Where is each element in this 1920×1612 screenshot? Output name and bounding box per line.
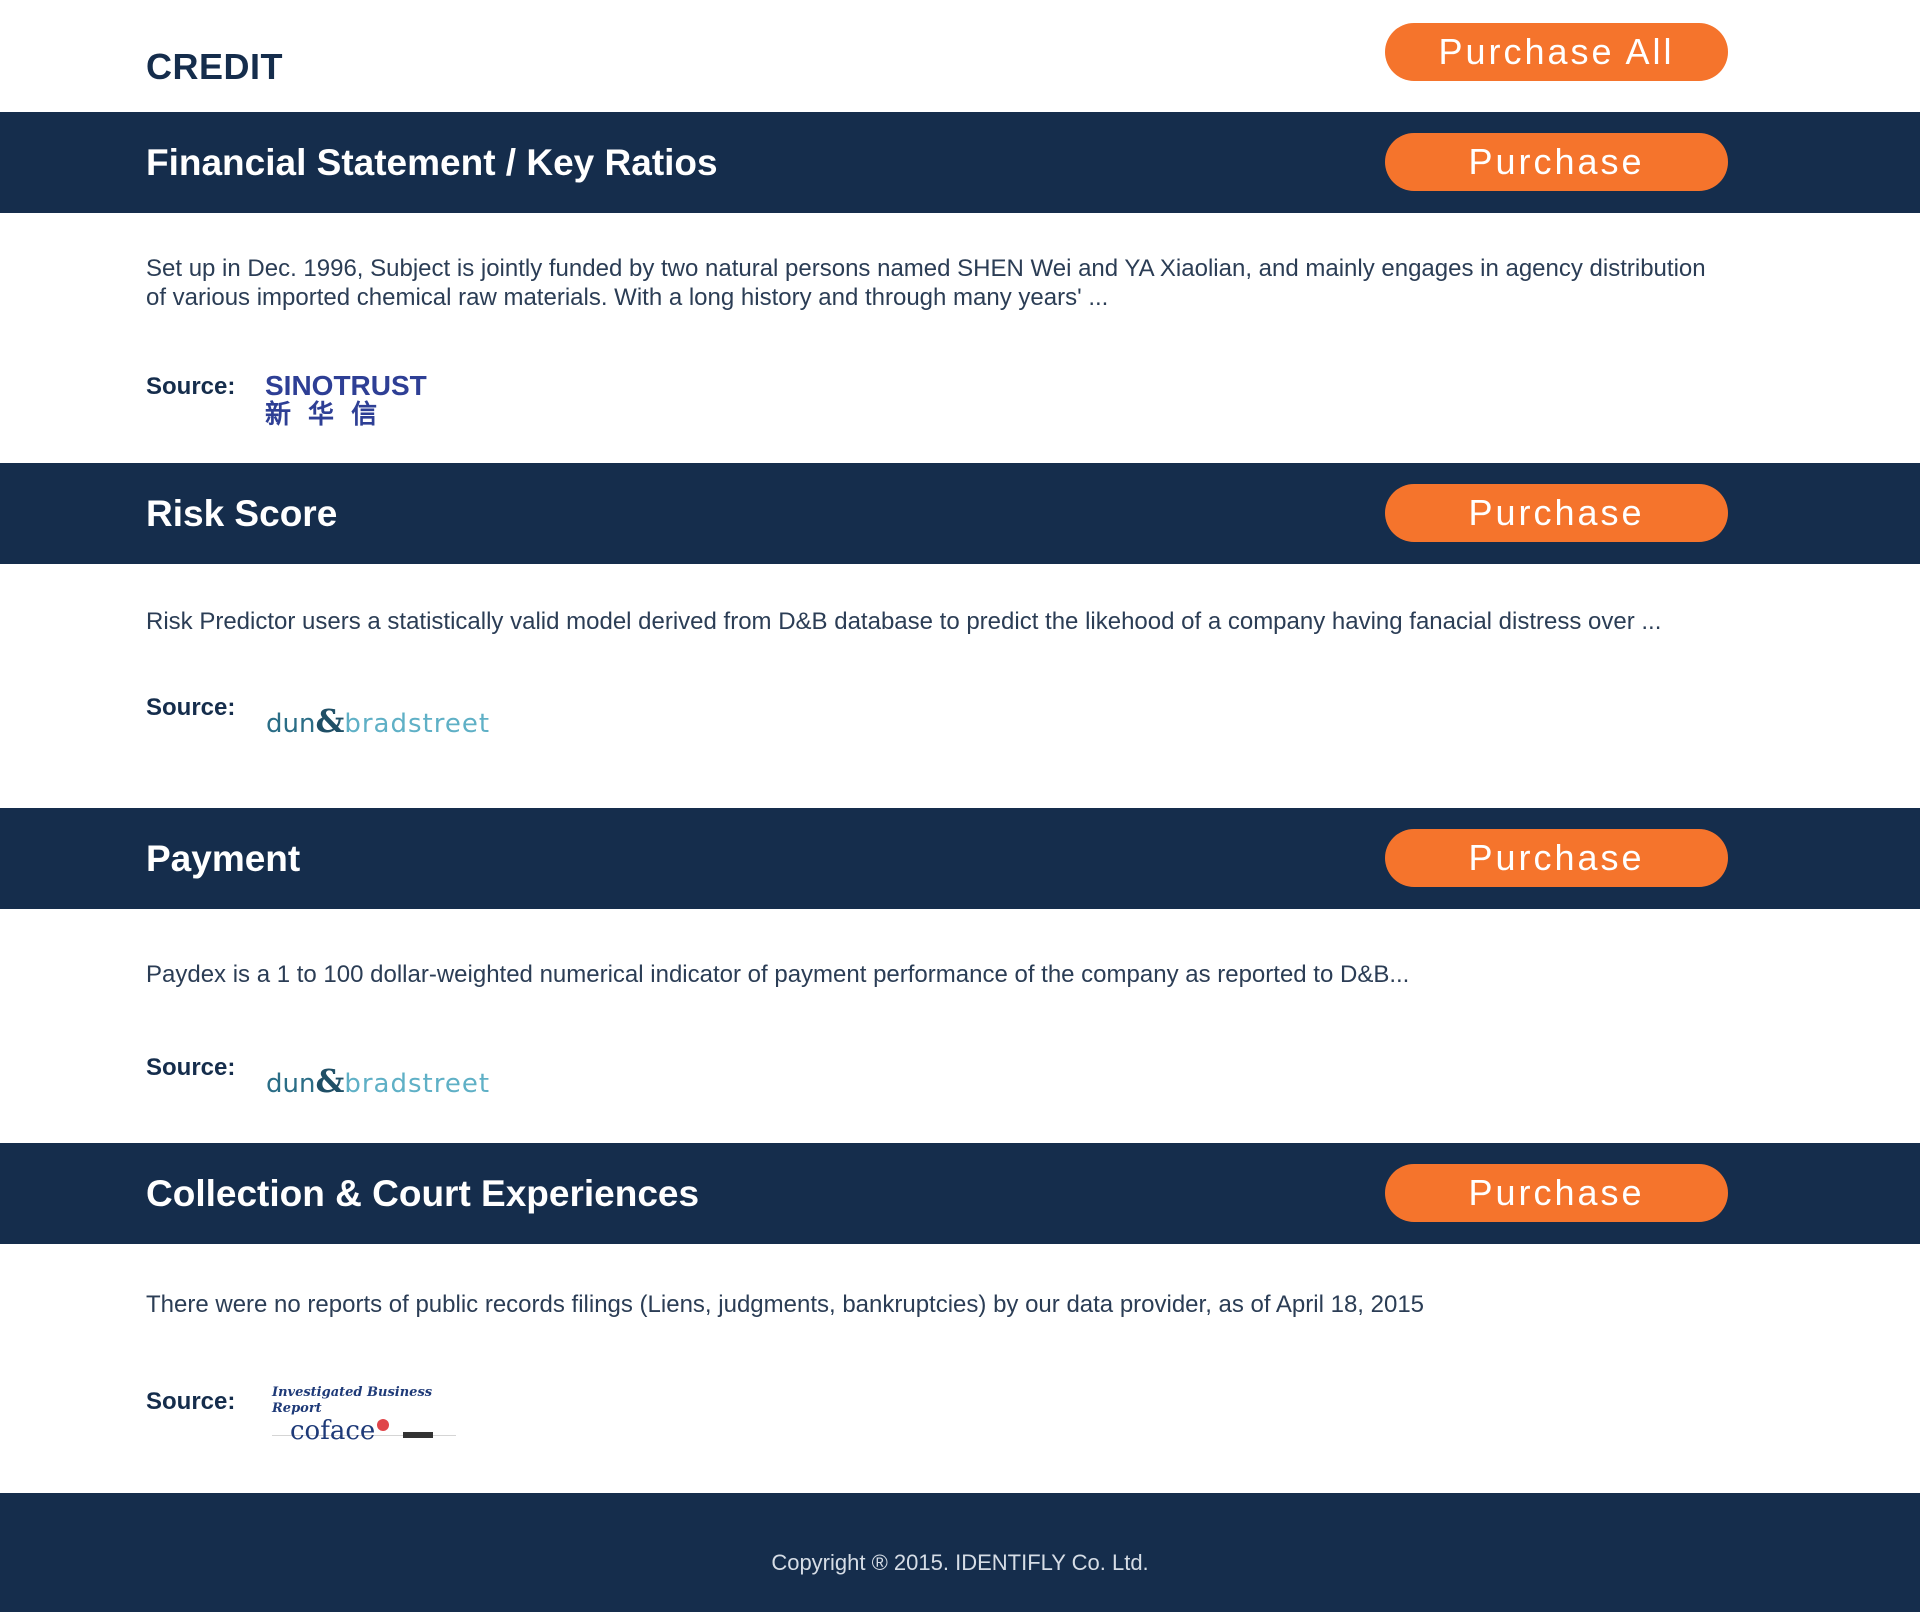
page-title: CREDIT xyxy=(146,46,283,87)
section-description: Paydex is a 1 to 100 dollar-weighted num… xyxy=(146,961,1410,988)
top-header: CREDIT Purchase All xyxy=(0,0,1920,112)
section-header-collection-court: Collection & Court Experiences Purchase xyxy=(0,1143,1920,1244)
dnb-logo-part: bradstreet xyxy=(344,709,491,739)
coface-small-badge-icon xyxy=(403,1432,434,1438)
section-title: Risk Score xyxy=(146,492,338,534)
dnb-logo-part: dun xyxy=(266,709,316,739)
source-label: Source: xyxy=(146,373,236,400)
section-description: There were no reports of public records … xyxy=(146,1291,1425,1318)
coface-mark-icon xyxy=(377,1419,390,1431)
sinotrust-logo-text: SINOTRUST xyxy=(265,370,427,401)
purchase-button-collection-court[interactable]: Purchase xyxy=(1385,1164,1728,1222)
source-label: Source: xyxy=(146,694,236,721)
purchase-all-button[interactable]: Purchase All xyxy=(1385,23,1728,81)
section-title: Payment xyxy=(146,837,301,879)
coface-logo-tagline: Investigated Business Report xyxy=(272,1385,433,1416)
dnb-logo-ampersand: & xyxy=(315,1062,345,1100)
section-header-financial-statement: Financial Statement / Key Ratios Purchas… xyxy=(0,112,1920,213)
section-header-payment: Payment Purchase xyxy=(0,808,1920,909)
section-title: Financial Statement / Key Ratios xyxy=(146,141,718,183)
dnb-logo-ampersand: & xyxy=(315,702,345,740)
section-title: Collection & Court Experiences xyxy=(146,1172,700,1214)
sinotrust-logo: SINOTRUST 新 华 信 xyxy=(265,370,427,431)
coface-logo-text: coface xyxy=(290,1416,376,1446)
dun-bradstreet-logo: dun&bradstreet xyxy=(266,1062,490,1100)
sinotrust-logo-chinese: 新 华 信 xyxy=(265,400,382,430)
coface-logo: Investigated Business Report coface xyxy=(272,1385,456,1445)
dnb-logo-part: dun xyxy=(266,1069,316,1099)
footer: Copyright ® 2015. IDENTIFLY Co. Ltd. xyxy=(0,1493,1920,1612)
source-label: Source: xyxy=(146,1388,236,1415)
purchase-button-financial-statement[interactable]: Purchase xyxy=(1385,133,1728,191)
purchase-button-risk-score[interactable]: Purchase xyxy=(1385,484,1728,542)
section-header-risk-score: Risk Score Purchase xyxy=(0,463,1920,564)
footer-copyright: Copyright ® 2015. IDENTIFLY Co. Ltd. xyxy=(771,1549,1149,1575)
purchase-button-payment[interactable]: Purchase xyxy=(1385,829,1728,887)
dnb-logo-part: bradstreet xyxy=(344,1069,491,1099)
section-description: Set up in Dec. 1996, Subject is jointly … xyxy=(146,255,1706,311)
section-description: Risk Predictor users a statistically val… xyxy=(146,608,1662,635)
dun-bradstreet-logo: dun&bradstreet xyxy=(266,702,490,740)
source-label: Source: xyxy=(146,1054,236,1081)
